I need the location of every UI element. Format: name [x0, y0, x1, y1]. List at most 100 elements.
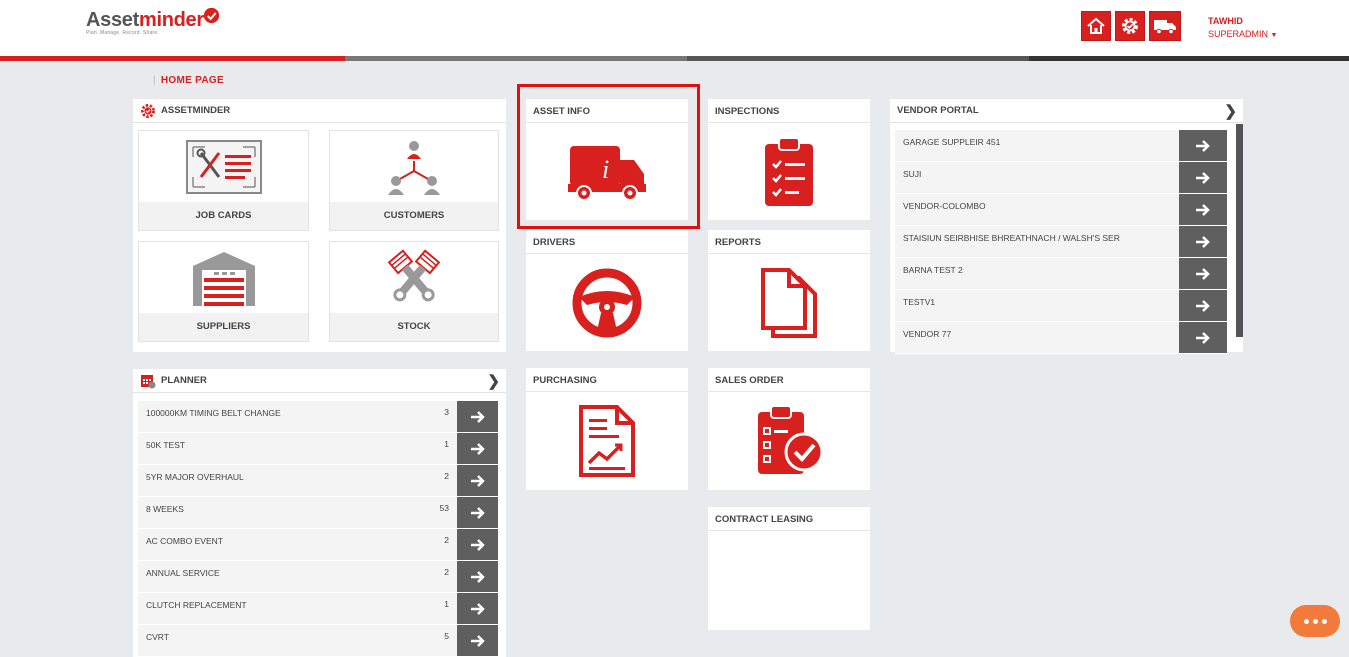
open-item-button[interactable]	[457, 497, 498, 528]
user-menu[interactable]: TAWHID SUPERADMIN ▼	[1208, 15, 1277, 42]
breadcrumb-separator: |	[153, 75, 156, 86]
header-bar-grey	[345, 56, 687, 61]
open-vendor-button[interactable]	[1179, 290, 1227, 321]
card-contract-leasing[interactable]: CONTRACT LEASING	[708, 507, 870, 630]
open-item-button[interactable]	[457, 529, 498, 560]
card-purchasing[interactable]: PURCHASING	[526, 368, 688, 490]
card-title: REPORTS	[708, 230, 870, 254]
arrow-right-icon	[470, 506, 485, 519]
settings-button[interactable]	[1115, 11, 1145, 41]
list-item: 50K TEST 1	[138, 433, 498, 465]
open-vendor-button[interactable]	[1179, 130, 1227, 161]
item-count: 2	[444, 567, 449, 577]
card-drivers[interactable]: DRIVERS	[526, 230, 688, 351]
chat-widget-button[interactable]	[1290, 605, 1340, 637]
open-vendor-button[interactable]	[1179, 258, 1227, 289]
header-shortcuts	[1081, 11, 1181, 41]
settings-gear-icon	[1122, 18, 1138, 34]
home-icon	[1087, 17, 1105, 34]
vehicle-button[interactable]	[1149, 11, 1181, 41]
open-vendor-button[interactable]	[1179, 322, 1227, 353]
open-item-button[interactable]	[457, 465, 498, 496]
chat-dot	[1321, 618, 1327, 624]
tile-stock[interactable]: STOCK	[329, 241, 499, 342]
steering-wheel-icon	[572, 268, 642, 337]
tile-label: SUPPLIERS	[139, 313, 308, 341]
vendor-list-scrollbar[interactable]	[1236, 124, 1243, 337]
tile-label: STOCK	[330, 313, 498, 341]
arrow-right-icon	[470, 634, 485, 647]
assetminder-logo[interactable]: Assetminder Plan. Manage. Record. Share.	[86, 7, 220, 36]
item-count: 1	[444, 439, 449, 449]
arrow-right-icon	[1196, 331, 1210, 344]
breadcrumb-home[interactable]: HOME PAGE	[161, 75, 224, 86]
inspections-clipboard-icon	[765, 136, 813, 206]
planner-panel: PLANNER ❯ 100000KM TIMING BELT CHANGE 3 …	[133, 369, 506, 657]
user-role: SUPERADMIN ▼	[1208, 29, 1278, 39]
header-bar-black	[1029, 56, 1349, 61]
planner-title: PLANNER	[161, 375, 207, 386]
arrow-right-icon	[470, 602, 485, 615]
card-reports[interactable]: REPORTS	[708, 230, 870, 351]
card-inspections[interactable]: INSPECTIONS	[708, 99, 870, 220]
reports-documents-icon	[761, 267, 817, 338]
suppliers-icon	[192, 252, 255, 306]
list-item: BARNA TEST 2	[895, 258, 1227, 290]
open-vendor-button[interactable]	[1179, 162, 1227, 193]
list-item: VENDOR-COLOMBO	[895, 194, 1227, 226]
breadcrumb: | HOME PAGE	[153, 75, 224, 86]
tile-customers[interactable]: CUSTOMERS	[329, 130, 499, 231]
planner-expand-chevron-icon[interactable]: ❯	[487, 372, 500, 390]
caret-down-icon: ▼	[1270, 32, 1278, 39]
truck-icon	[1154, 20, 1176, 35]
arrow-right-icon	[1196, 139, 1210, 152]
open-item-button[interactable]	[457, 401, 498, 432]
arrow-right-icon	[470, 474, 485, 487]
list-item: 8 WEEKS 53	[138, 497, 498, 529]
open-item-button[interactable]	[457, 593, 498, 624]
card-title: CONTRACT LEASING	[708, 507, 870, 531]
customers-icon	[388, 141, 440, 195]
arrow-right-icon	[1196, 299, 1210, 312]
purchasing-document-chart-icon	[579, 405, 635, 477]
asset-info-highlight-border	[517, 84, 700, 229]
arrow-right-icon	[1196, 235, 1210, 248]
list-item: CLUTCH REPLACEMENT 1	[138, 593, 498, 625]
vendor-portal-title: VENDOR PORTAL	[897, 105, 979, 116]
vendor-portal-expand-chevron-icon[interactable]: ❯	[1224, 102, 1237, 120]
tile-job-cards[interactable]: JOB CARDS	[138, 130, 309, 231]
top-header: Assetminder Plan. Manage. Record. Share.	[0, 0, 1349, 56]
chat-dot	[1312, 618, 1318, 624]
vendor-portal-header: VENDOR PORTAL ❯	[890, 99, 1243, 123]
item-count: 3	[444, 407, 449, 417]
user-name: TAWHID	[1208, 16, 1243, 26]
card-title: INSPECTIONS	[708, 99, 870, 123]
arrow-right-icon	[470, 538, 485, 551]
chat-dot	[1303, 618, 1309, 624]
list-item: VENDOR 77	[895, 322, 1227, 354]
logo-check-icon	[203, 7, 220, 24]
open-item-button[interactable]	[457, 433, 498, 464]
header-bar-dark	[687, 56, 1029, 61]
card-sales-order[interactable]: SALES ORDER	[708, 368, 870, 490]
open-item-button[interactable]	[457, 625, 498, 656]
list-item: STAISIUN SEIRBHISE BHREATHNACH / WALSH'S…	[895, 226, 1227, 258]
assetminder-title: ASSETMINDER	[161, 105, 231, 116]
open-vendor-button[interactable]	[1179, 194, 1227, 225]
logo-text: Assetminder	[86, 9, 204, 31]
home-button[interactable]	[1081, 11, 1111, 41]
list-item: 100000KM TIMING BELT CHANGE 3	[138, 401, 498, 433]
item-count: 5	[444, 631, 449, 641]
assetminder-gear-icon	[140, 103, 156, 119]
open-item-button[interactable]	[457, 561, 498, 592]
planner-calendar-icon	[140, 373, 156, 389]
sales-order-checklist-icon	[758, 405, 824, 474]
open-vendor-button[interactable]	[1179, 226, 1227, 257]
tile-suppliers[interactable]: SUPPLIERS	[138, 241, 309, 342]
tile-label: CUSTOMERS	[330, 202, 498, 230]
card-title: PURCHASING	[526, 368, 688, 392]
arrow-right-icon	[1196, 171, 1210, 184]
arrow-right-icon	[470, 570, 485, 583]
arrow-right-icon	[470, 442, 485, 455]
item-count: 2	[444, 471, 449, 481]
